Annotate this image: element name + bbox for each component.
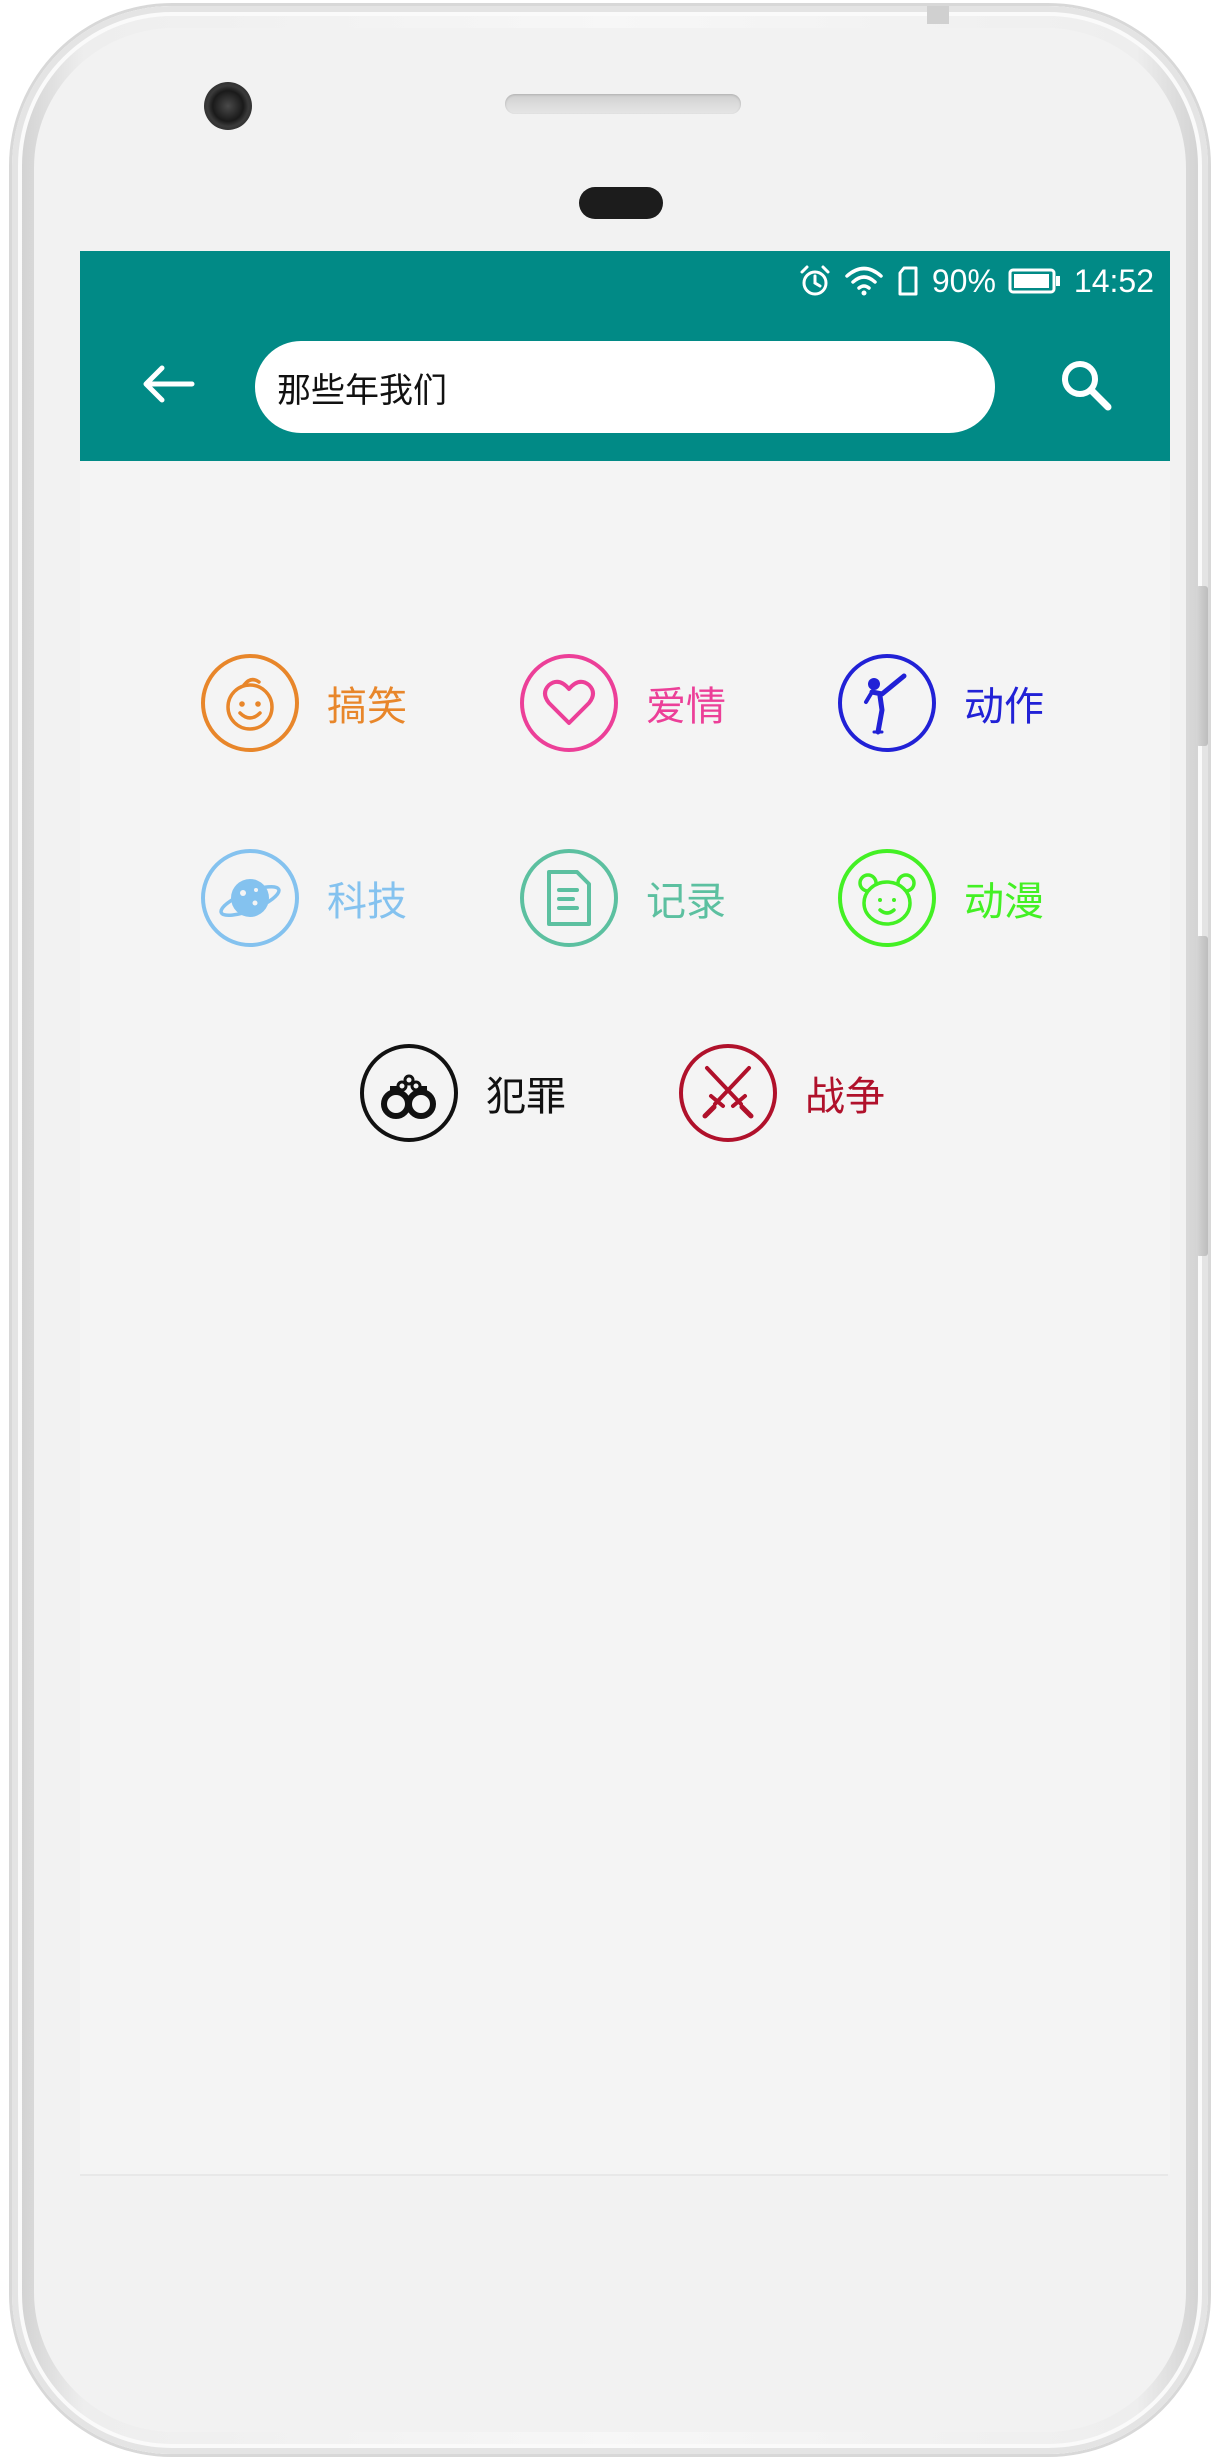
category-label: 动漫 <box>964 879 1044 925</box>
category-war[interactable]: 战争 <box>679 1041 885 1145</box>
earpiece-speaker <box>505 94 741 114</box>
category-label: 搞笑 <box>327 684 407 730</box>
smiley-face-icon <box>201 654 299 752</box>
heart-icon <box>520 654 618 752</box>
status-icons: 90% 14:52 <box>798 251 1154 311</box>
category-label: 动作 <box>964 684 1044 730</box>
phone-volume-button <box>1196 586 1208 746</box>
back-button[interactable] <box>136 354 200 418</box>
clock: 14:52 <box>1073 262 1154 299</box>
screen-bottom-edge <box>80 2174 1168 2176</box>
crossed-swords-icon <box>679 1044 777 1142</box>
phone-power-button <box>1196 936 1208 1256</box>
planet-icon <box>201 849 299 947</box>
category-romance[interactable]: 爱情 <box>520 651 726 755</box>
martial-arts-kick-icon <box>838 654 936 752</box>
search-input[interactable] <box>277 367 957 407</box>
bear-face-icon <box>838 849 936 947</box>
sim-icon <box>896 265 920 297</box>
handcuffs-icon <box>360 1044 458 1142</box>
search-box[interactable] <box>255 341 995 433</box>
category-action[interactable]: 动作 <box>838 651 1044 755</box>
category-label: 记录 <box>646 879 726 925</box>
front-camera <box>204 82 252 130</box>
category-label: 科技 <box>327 879 407 925</box>
category-label: 犯罪 <box>486 1074 566 1120</box>
category-documentary[interactable]: 记录 <box>520 846 726 950</box>
status-bar: 90% 14:52 <box>80 251 1170 311</box>
arrow-left-icon <box>140 364 196 408</box>
battery-percent: 90% <box>931 262 996 299</box>
proximity-sensor <box>579 187 663 219</box>
battery-icon <box>1008 267 1062 295</box>
alarm-icon <box>798 264 832 298</box>
phone-top-button <box>927 6 949 24</box>
wifi-icon <box>844 265 884 297</box>
document-icon <box>520 849 618 947</box>
category-scifi[interactable]: 科技 <box>201 846 407 950</box>
search-button[interactable] <box>1050 351 1122 423</box>
category-label: 爱情 <box>646 684 726 730</box>
category-label: 战争 <box>805 1074 885 1120</box>
category-anime[interactable]: 动漫 <box>838 846 1044 950</box>
category-comedy[interactable]: 搞笑 <box>201 651 407 755</box>
category-crime[interactable]: 犯罪 <box>360 1041 566 1145</box>
phone-frame: 90% 14:52 那些年我们 搞笑 爱情 动作 科技 记录 动漫 犯罪 战争 <box>12 6 1208 2454</box>
search-toolbar <box>80 311 1170 461</box>
app-screen: 90% 14:52 那些年我们 搞笑 爱情 动作 科技 记录 动漫 犯罪 战争 <box>80 251 1170 2174</box>
magnifier-icon <box>1058 357 1114 417</box>
